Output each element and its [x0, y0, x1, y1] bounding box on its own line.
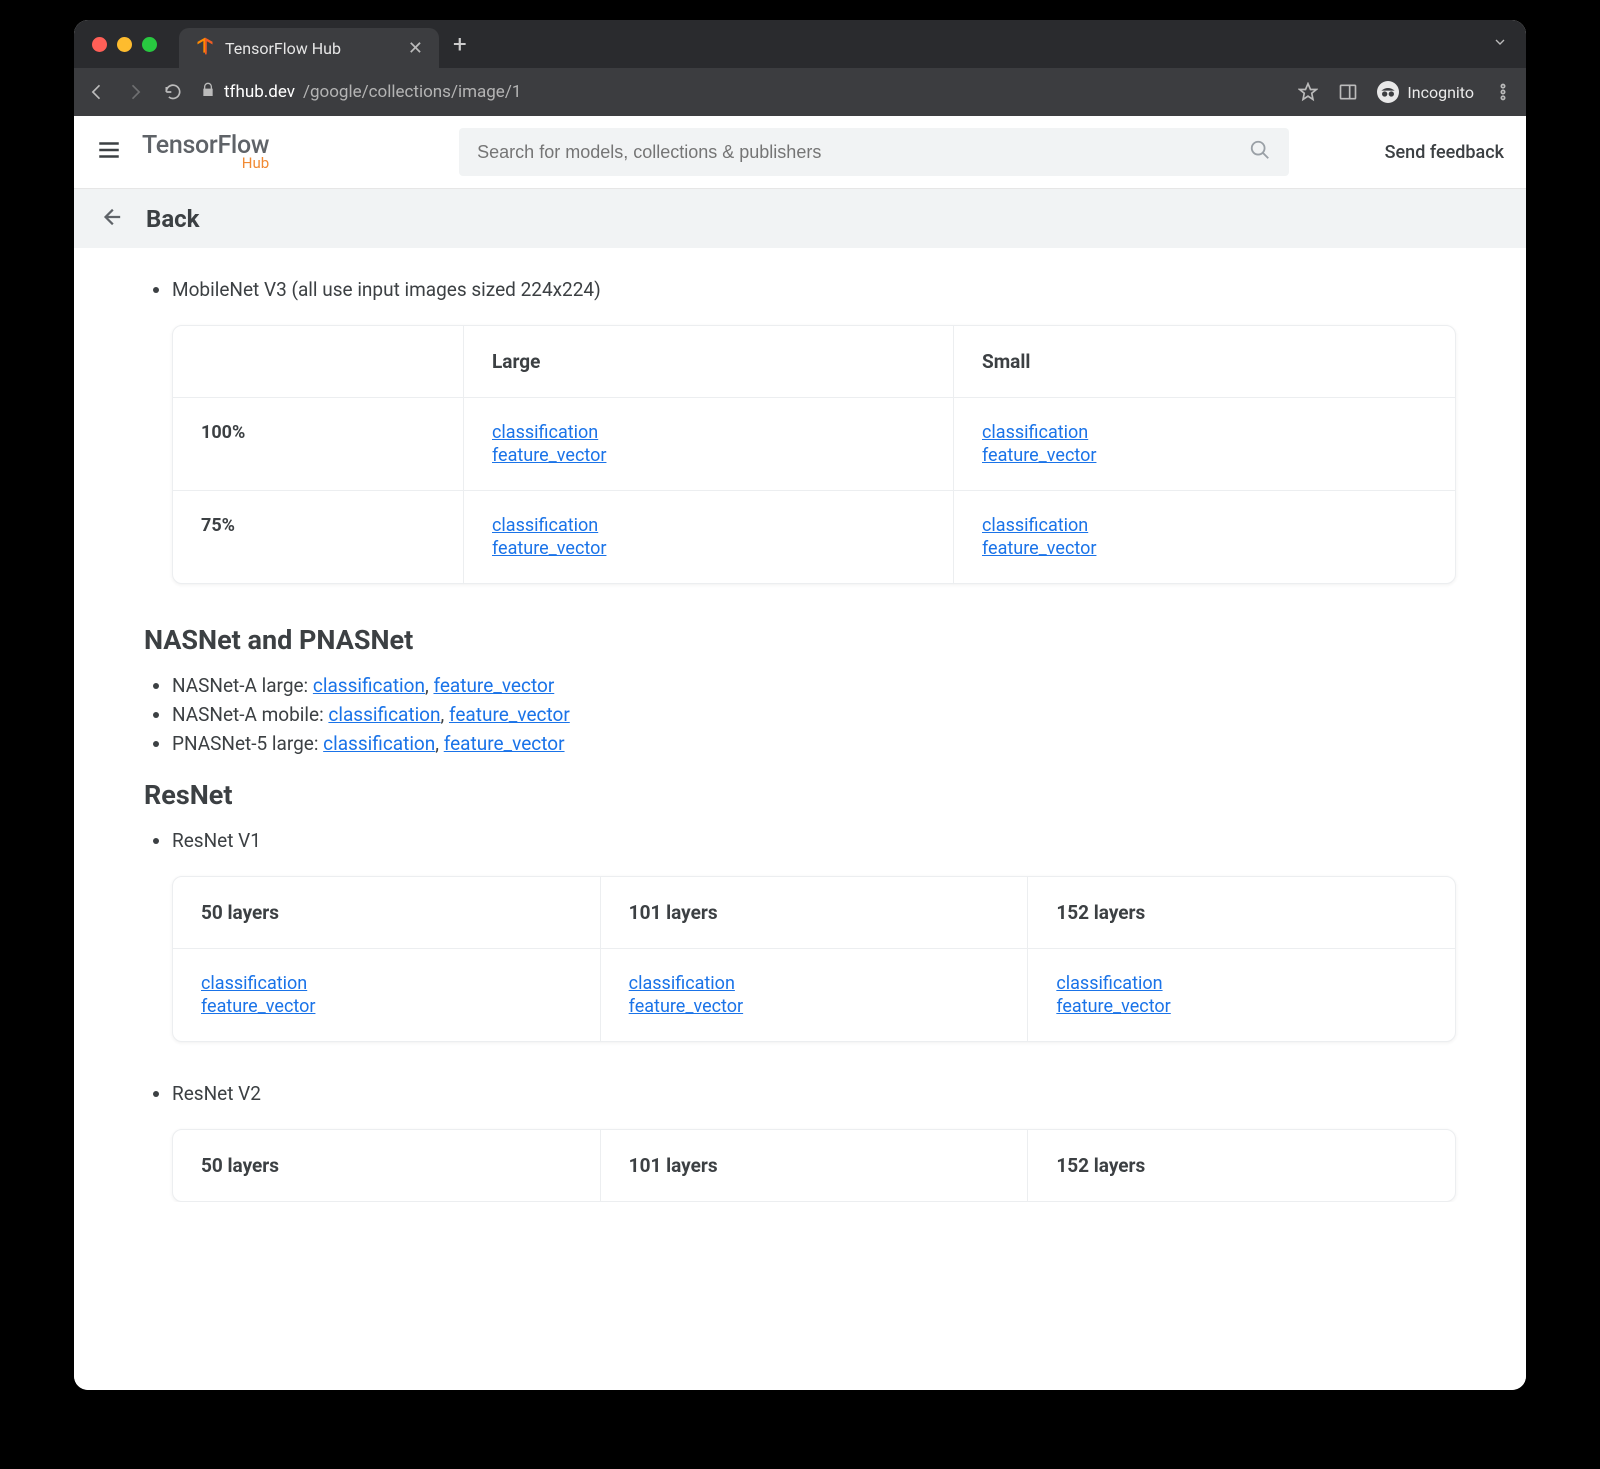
main-content: MobileNet V3 (all use input images sized…: [74, 248, 1526, 1202]
search-box[interactable]: [459, 128, 1289, 176]
model-link[interactable]: feature_vector: [492, 445, 925, 466]
list-item: NASNet-A mobile: classification, feature…: [172, 703, 1456, 726]
table-row: classification feature_vector classifica…: [173, 948, 1455, 1041]
table-cell: classification feature_vector: [463, 491, 953, 583]
forward-icon[interactable]: [124, 81, 146, 103]
url-path: /google/collections/image/1: [303, 82, 521, 102]
model-link[interactable]: feature_vector: [201, 996, 572, 1017]
model-link[interactable]: classification: [201, 973, 572, 994]
resnet-v2-table: 50 layers 101 layers 152 layers: [172, 1129, 1456, 1202]
table-row: 100% classification feature_vector class…: [173, 397, 1455, 490]
table-header-cell: 101 layers: [600, 1130, 1028, 1201]
table-header-cell: Large: [463, 326, 953, 397]
send-feedback-link[interactable]: Send feedback: [1385, 142, 1504, 163]
reload-icon[interactable]: [162, 81, 184, 103]
close-window-button[interactable]: [92, 37, 107, 52]
model-link[interactable]: feature_vector: [433, 674, 554, 697]
model-link[interactable]: classification: [492, 515, 925, 536]
model-link[interactable]: feature_vector: [982, 445, 1427, 466]
page: TensorFlow Hub Send feedback Back Mobile…: [74, 116, 1526, 1390]
search-icon[interactable]: [1249, 139, 1271, 165]
model-link[interactable]: classification: [1056, 973, 1427, 994]
back-arrow-icon[interactable]: [100, 206, 122, 232]
table-header-cell: 152 layers: [1027, 1130, 1455, 1201]
model-link[interactable]: classification: [323, 732, 435, 755]
titlebar: TensorFlow Hub ✕ +: [74, 20, 1526, 68]
logo[interactable]: TensorFlow Hub: [142, 133, 269, 171]
model-link[interactable]: feature_vector: [492, 538, 925, 559]
resnet-v1-table: 50 layers 101 layers 152 layers classifi…: [172, 876, 1456, 1042]
table-cell: classification feature_vector: [953, 491, 1455, 583]
model-link[interactable]: classification: [328, 703, 440, 726]
table-cell: classification feature_vector: [953, 398, 1455, 490]
browser-tab[interactable]: TensorFlow Hub ✕: [179, 28, 439, 68]
model-link[interactable]: feature_vector: [444, 732, 565, 755]
comma: ,: [441, 703, 449, 726]
table-header-cell: 50 layers: [173, 1130, 600, 1201]
kebab-menu-icon[interactable]: [1492, 81, 1514, 103]
model-link[interactable]: feature_vector: [629, 996, 1000, 1017]
table-cell: classification feature_vector: [463, 398, 953, 490]
model-link[interactable]: classification: [982, 515, 1427, 536]
mobilenet-v3-table: Large Small 100% classification feature_…: [172, 325, 1456, 584]
table-cell: classification feature_vector: [600, 949, 1028, 1041]
item-prefix: NASNet-A mobile:: [172, 703, 328, 726]
list-item: NASNet-A large: classification, feature_…: [172, 674, 1456, 697]
back-bar: Back: [74, 188, 1526, 248]
url-domain: tfhub.dev: [224, 82, 295, 102]
table-header-row: 50 layers 101 layers 152 layers: [173, 877, 1455, 948]
resnet-v2-bullet: ResNet V2: [172, 1082, 1456, 1105]
table-header-cell: 101 layers: [600, 877, 1028, 948]
table-header-row: 50 layers 101 layers 152 layers: [173, 1130, 1455, 1201]
mobilenet-v3-bullet: MobileNet V3 (all use input images sized…: [172, 278, 1456, 301]
resnet-v1-bullet: ResNet V1: [172, 829, 1456, 852]
tab-overflow-icon[interactable]: [1492, 34, 1508, 54]
row-label: 75%: [173, 491, 463, 583]
table-header-cell: 152 layers: [1027, 877, 1455, 948]
resnet-heading: ResNet: [144, 779, 1456, 811]
window-controls: [92, 37, 157, 52]
minimize-window-button[interactable]: [117, 37, 132, 52]
hamburger-menu-icon[interactable]: [96, 137, 122, 167]
new-tab-button[interactable]: +: [453, 30, 467, 58]
back-label[interactable]: Back: [146, 205, 199, 233]
model-link[interactable]: feature_vector: [982, 538, 1427, 559]
item-prefix: PNASNet-5 large:: [172, 732, 323, 755]
close-tab-icon[interactable]: ✕: [408, 38, 423, 59]
panel-icon[interactable]: [1337, 81, 1359, 103]
url-field[interactable]: tfhub.dev/google/collections/image/1: [200, 82, 1281, 103]
table-header-cell: Small: [953, 326, 1455, 397]
comma: ,: [435, 732, 443, 755]
incognito-label: Incognito: [1407, 83, 1474, 102]
address-bar: tfhub.dev/google/collections/image/1 Inc…: [74, 68, 1526, 116]
list-item: PNASNet-5 large: classification, feature…: [172, 732, 1456, 755]
maximize-window-button[interactable]: [142, 37, 157, 52]
app-header: TensorFlow Hub Send feedback: [74, 116, 1526, 188]
model-link[interactable]: feature_vector: [1056, 996, 1427, 1017]
table-cell: classification feature_vector: [1027, 949, 1455, 1041]
model-link[interactable]: classification: [982, 422, 1427, 443]
row-label: 100%: [173, 398, 463, 490]
table-header-cell: [173, 326, 463, 397]
bookmark-icon[interactable]: [1297, 81, 1319, 103]
item-prefix: NASNet-A large:: [172, 674, 313, 697]
back-icon[interactable]: [86, 81, 108, 103]
tab-title: TensorFlow Hub: [225, 39, 341, 58]
table-row: 75% classification feature_vector classi…: [173, 490, 1455, 583]
model-link[interactable]: classification: [629, 973, 1000, 994]
nasnet-heading: NASNet and PNASNet: [144, 624, 1456, 656]
browser-window: TensorFlow Hub ✕ + tfhub.dev/google/coll…: [74, 20, 1526, 1390]
table-header-cell: 50 layers: [173, 877, 600, 948]
logo-subtitle: Hub: [142, 156, 269, 171]
model-link[interactable]: feature_vector: [449, 703, 570, 726]
incognito-indicator[interactable]: Incognito: [1377, 81, 1474, 103]
model-link[interactable]: classification: [313, 674, 425, 697]
model-link[interactable]: classification: [492, 422, 925, 443]
table-header-row: Large Small: [173, 326, 1455, 397]
tensorflow-icon: [195, 36, 215, 60]
search-input[interactable]: [477, 142, 1249, 163]
incognito-icon: [1377, 81, 1399, 103]
table-cell: classification feature_vector: [173, 949, 600, 1041]
lock-icon: [200, 82, 216, 103]
